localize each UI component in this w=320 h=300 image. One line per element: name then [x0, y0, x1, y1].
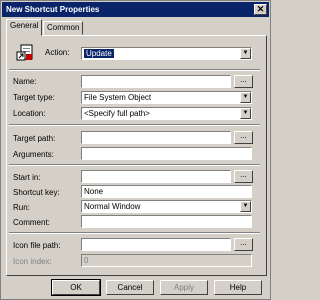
location-select[interactable]: <Specify full path> ▼ [81, 107, 252, 120]
help-button-label: Help [229, 283, 247, 292]
apply-button-label: Apply [173, 283, 194, 292]
shortcut-key-field[interactable]: None [81, 185, 252, 198]
separator [9, 164, 260, 166]
tab-common[interactable]: Common [43, 21, 84, 35]
name-field[interactable] [81, 75, 231, 88]
run-select[interactable]: Normal Window ▼ [81, 200, 252, 213]
shortcut-key-label: Shortcut key: [13, 188, 60, 197]
start-in-field[interactable] [81, 170, 231, 183]
cancel-button[interactable]: Cancel [106, 280, 154, 295]
name-label: Name: [13, 77, 37, 86]
separator [9, 124, 260, 126]
run-label: Run: [13, 203, 30, 212]
action-value: Update [84, 49, 114, 58]
shortcut-key-value: None [84, 187, 104, 196]
separator [9, 232, 260, 234]
comment-field[interactable] [81, 215, 252, 228]
start-in-browse-button[interactable]: ... [234, 170, 253, 183]
chevron-down-icon[interactable]: ▼ [240, 201, 251, 212]
target-path-browse-label: ... [240, 131, 247, 140]
action-label: Action: [45, 48, 70, 57]
shortcut-action-icon [16, 44, 33, 61]
cancel-button-label: Cancel [117, 283, 143, 292]
target-type-select[interactable]: File System Object ▼ [81, 91, 252, 104]
close-button[interactable]: ✕ [254, 4, 267, 15]
location-label: Location: [13, 109, 46, 118]
arguments-label: Arguments: [13, 150, 54, 159]
start-in-label: Start in: [13, 173, 41, 182]
run-value: Normal Window [84, 202, 141, 211]
chevron-down-icon[interactable]: ▼ [240, 48, 251, 59]
apply-button: Apply [160, 280, 208, 295]
chevron-down-icon[interactable]: ▼ [240, 108, 251, 119]
icon-file-path-field[interactable] [81, 238, 231, 251]
name-browse-button[interactable]: ... [234, 75, 253, 88]
comment-label: Comment: [13, 218, 50, 227]
location-value: <Specify full path> [84, 109, 150, 118]
tab-general[interactable]: General [6, 19, 43, 36]
close-icon: ✕ [256, 4, 265, 14]
icon-index-label: Icon index: [13, 257, 52, 266]
target-path-browse-button[interactable]: ... [234, 131, 253, 144]
name-browse-label: ... [240, 75, 247, 84]
tab-common-label: Common [47, 23, 80, 32]
icon-index-value: 0 [84, 256, 89, 265]
ok-button-label: OK [70, 283, 82, 292]
tab-general-label: General [10, 21, 39, 30]
separator [9, 69, 260, 71]
ok-button[interactable]: OK [51, 279, 101, 296]
icon-file-path-browse-button[interactable]: ... [234, 238, 253, 251]
action-select[interactable]: Update ▼ [81, 47, 252, 60]
icon-file-path-label: Icon file path: [13, 241, 61, 250]
icon-file-path-browse-label: ... [240, 238, 247, 247]
target-path-field[interactable] [81, 131, 231, 144]
help-button[interactable]: Help [214, 280, 262, 295]
target-type-value: File System Object [84, 93, 152, 102]
title-bar[interactable]: New Shortcut Properties ✕ [2, 2, 269, 17]
arguments-field[interactable] [81, 147, 252, 160]
start-in-browse-label: ... [240, 170, 247, 179]
icon-index-field: 0 [81, 254, 252, 267]
chevron-down-icon[interactable]: ▼ [240, 92, 251, 103]
target-path-label: Target path: [13, 134, 56, 143]
window-title: New Shortcut Properties [6, 5, 100, 14]
dialog-window: New Shortcut Properties ✕ General Common… [0, 0, 271, 300]
target-type-label: Target type: [13, 93, 55, 102]
